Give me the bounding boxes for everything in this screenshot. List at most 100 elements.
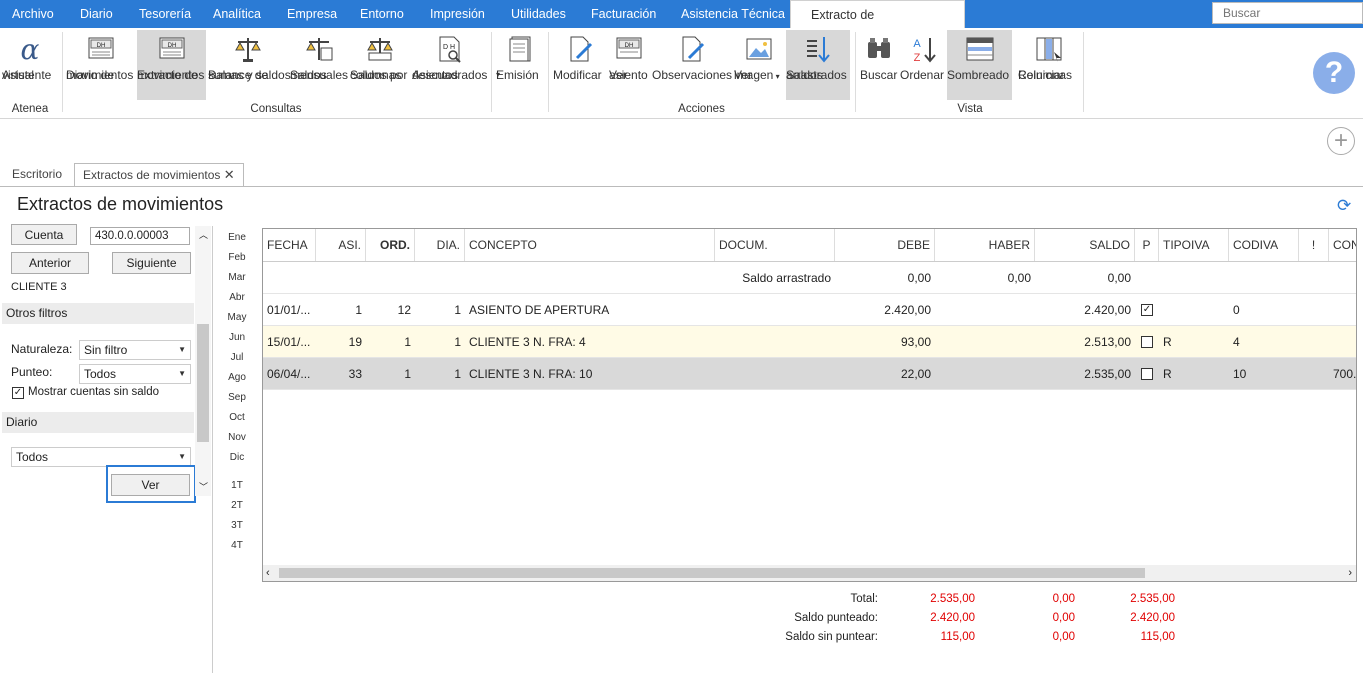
scroll-left-icon[interactable]: ‹ [266, 565, 270, 581]
ver-asiento-button[interactable]: DH Ver asiento [609, 30, 649, 100]
month-3[interactable]: Abr [222, 292, 252, 303]
punteo-checkbox[interactable] [1141, 336, 1153, 348]
balance-sumas-saldos-button[interactable]: Balance de sumas y saldos [208, 30, 291, 100]
month-10[interactable]: Nov [222, 432, 252, 443]
reiniciar-columnas-button[interactable]: Reiniciar Columnas [1018, 30, 1080, 100]
ver-button[interactable]: Ver [111, 474, 190, 496]
sombreado-button[interactable]: Sombreado [947, 30, 1012, 100]
label: sumas y saldos [208, 68, 291, 82]
naturaleza-select[interactable]: Sin filtro ▼ [79, 340, 191, 360]
observaciones-button[interactable]: Observaciones [652, 30, 732, 100]
extracto-movimientos-button[interactable]: DH Extracto de movimientos [137, 30, 206, 100]
menu-entorno[interactable]: Entorno [360, 0, 404, 28]
month-7[interactable]: Ago [222, 372, 252, 383]
scroll-thumb[interactable] [197, 324, 209, 442]
cell-asi: 33 [348, 367, 362, 381]
scroll-thumb[interactable] [279, 568, 1145, 578]
label: Sombreado [947, 68, 1010, 82]
scroll-up-icon[interactable]: ︿ [199, 228, 208, 241]
movements-grid: FECHA ASI. ORD. DIA. CONCEPTO DOCUM. DEB… [262, 228, 1357, 582]
mostrar-checkbox[interactable]: ✓ [12, 387, 24, 399]
month-4[interactable]: May [222, 312, 252, 323]
search-input[interactable] [1212, 2, 1363, 24]
col-haber[interactable]: HABER [935, 229, 1035, 261]
col-concepto[interactable]: CONCEPTO [465, 229, 715, 261]
col-debe[interactable]: DEBE [835, 229, 935, 261]
refresh-icon[interactable]: ⟳ [1337, 196, 1351, 216]
menu-utilidades[interactable]: Utilidades [511, 0, 566, 28]
col-ord[interactable]: ORD. [366, 229, 415, 261]
col-tipoiva[interactable]: TIPOIVA [1159, 229, 1229, 261]
month-2[interactable]: Mar [222, 272, 252, 283]
ordenar-button[interactable]: AZ Ordenar [900, 30, 946, 100]
col-saldo[interactable]: SALDO [1035, 229, 1135, 261]
add-icon[interactable]: + [1327, 127, 1355, 155]
menu-analitica[interactable]: Analítica [213, 0, 261, 28]
col-dia[interactable]: DIA. [415, 229, 465, 261]
month-11[interactable]: Dic [222, 452, 252, 463]
tab-extractos[interactable]: Extractos de movimientos ✕ [74, 163, 244, 187]
diario-select[interactable]: Todos ▼ [11, 447, 191, 467]
col-p[interactable]: P [1135, 229, 1159, 261]
svg-text:Z: Z [914, 52, 921, 64]
asistente-virtual-button[interactable]: α Asistente virtual [2, 30, 58, 100]
month-5[interactable]: Jun [222, 332, 252, 343]
menu-tesoreria[interactable]: Tesorería [139, 0, 191, 28]
close-icon[interactable]: ✕ [224, 167, 235, 182]
total-debe: 2.535,00 [930, 593, 975, 605]
menu-asistencia[interactable]: Asistencia Técnica [681, 0, 785, 28]
col-fecha[interactable]: FECHA [263, 229, 316, 261]
menu-extracto-active[interactable]: Extracto de movimientos [790, 0, 965, 50]
modificar-button[interactable]: Modificar [553, 30, 607, 100]
sin-puntear-debe: 115,00 [940, 631, 975, 643]
tab-escritorio[interactable]: Escritorio [12, 163, 62, 187]
month-9[interactable]: Oct [222, 412, 252, 423]
svg-text:DH: DH [97, 43, 106, 49]
buscar-button[interactable]: Buscar [860, 30, 898, 100]
table-row[interactable]: 15/01/... 19 1 1 CLIENTE 3 N. FRA: 4 93,00 2.5… [263, 326, 1356, 358]
quarter-1[interactable]: 2T [222, 500, 252, 511]
month-0[interactable]: Ene [222, 232, 252, 243]
col-alert[interactable]: ! [1299, 229, 1329, 261]
saldos-mensuales-button[interactable]: Saldos mensuales [290, 30, 348, 100]
left-scrollbar[interactable]: ︿ ﹀ [195, 226, 211, 496]
asientos-descuadrados-button[interactable]: D H Asientos descuadrados [412, 30, 487, 100]
table-row[interactable]: 06/04/... 33 1 1 CLIENTE 3 N. FRA: 10 22,00 2.… [263, 358, 1356, 390]
menu-empresa[interactable]: Empresa [287, 0, 337, 28]
cuenta-button[interactable]: Cuenta [11, 224, 77, 245]
horizontal-scrollbar[interactable]: ‹ › [263, 565, 1356, 581]
menu-facturacion[interactable]: Facturación [591, 0, 656, 28]
quarter-2[interactable]: 3T [222, 520, 252, 531]
month-6[interactable]: Jul [222, 352, 252, 363]
help-icon[interactable]: ? [1313, 52, 1355, 94]
menu-archivo[interactable]: Archivo [12, 0, 54, 28]
saldos-columnas-button[interactable]: Saldos por columnas [350, 30, 410, 100]
ver-imagen-button[interactable]: Ver imagen ▾ [734, 30, 784, 100]
siguiente-button[interactable]: Siguiente [112, 252, 191, 274]
col-docum[interactable]: DOCUM. [715, 229, 835, 261]
emision-button[interactable]: Emisión ▾ [496, 30, 544, 100]
scroll-down-icon[interactable]: ﹀ [199, 480, 208, 493]
quarter-3[interactable]: 4T [222, 540, 252, 551]
svg-text:DH: DH [625, 43, 634, 49]
saldos-arrastrados-button[interactable]: Saldos arrastrados [786, 30, 850, 100]
col-codiva[interactable]: CODIVA [1229, 229, 1299, 261]
punteo-checkbox[interactable] [1141, 368, 1153, 380]
month-1[interactable]: Feb [222, 252, 252, 263]
punteo-checkbox[interactable]: ✓ [1141, 304, 1153, 316]
label: Ordenar [900, 68, 945, 82]
anterior-button[interactable]: Anterior [11, 252, 89, 274]
menu-impresion[interactable]: Impresión [430, 0, 485, 28]
quarter-0[interactable]: 1T [222, 480, 252, 491]
col-con[interactable]: CON [1329, 229, 1356, 261]
table-row[interactable]: 01/01/... 1 12 1 ASIENTO DE APERTURA 2.420,00… [263, 294, 1356, 326]
scale-icon [235, 38, 261, 62]
punteo-select[interactable]: Todos ▼ [79, 364, 191, 384]
cuenta-input[interactable]: 430.0.0.00003 [90, 227, 190, 245]
saldo-arrastrado-row[interactable]: Saldo arrastrado 0,00 0,00 0,00 [263, 262, 1356, 294]
diario-movimientos-button[interactable]: DH Diario de movimientos [66, 30, 136, 100]
col-asi[interactable]: ASI. [316, 229, 366, 261]
month-8[interactable]: Sep [222, 392, 252, 403]
menu-diario[interactable]: Diario [80, 0, 113, 28]
scroll-right-icon[interactable]: › [1348, 565, 1352, 581]
